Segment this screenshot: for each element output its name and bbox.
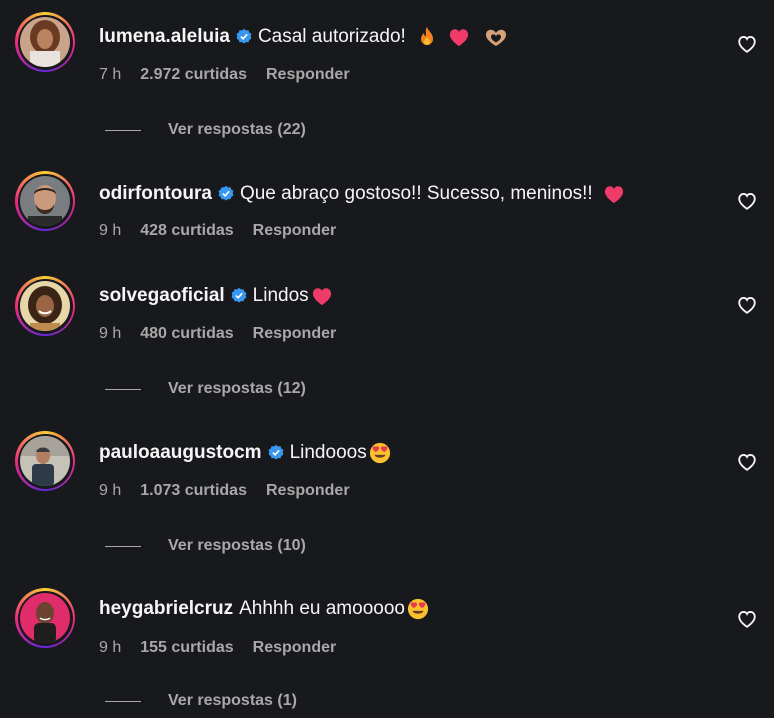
comment-text: Casal autorizado! (257, 26, 406, 47)
comment-username[interactable]: heygabrielcruz (99, 598, 233, 620)
view-replies-label: Ver respostas (12) (168, 380, 306, 397)
comment-likes[interactable]: 2.972 curtidas (140, 66, 247, 84)
heart-emoji-icon (603, 184, 625, 204)
heart-outline-icon[interactable] (736, 294, 758, 316)
comment-likes[interactable]: 480 curtidas (140, 325, 233, 343)
avatar[interactable] (15, 588, 75, 648)
heart-emoji-icon (311, 286, 333, 306)
comment-username[interactable]: odirfontoura (99, 183, 212, 205)
avatar[interactable] (15, 431, 75, 491)
comment-text: Que abraço gostoso!! Sucesso, meninos!! (239, 183, 593, 204)
verified-badge-icon (235, 28, 253, 46)
verified-badge-icon (267, 444, 285, 462)
comment-username[interactable]: solvegaoficial (99, 285, 225, 307)
comment-time: 9 h (99, 325, 122, 342)
view-replies-label: Ver respostas (1) (168, 692, 297, 709)
reply-button[interactable]: Responder (253, 325, 337, 343)
view-replies-button[interactable]: Ver respostas (1) (105, 690, 297, 712)
avatar-photo (20, 17, 70, 67)
heart-outline-icon[interactable] (736, 608, 758, 630)
avatar[interactable] (15, 276, 75, 336)
avatar[interactable] (15, 12, 75, 72)
reply-button[interactable]: Responder (266, 482, 350, 500)
comment-likes[interactable]: 1.073 curtidas (140, 482, 247, 500)
comment-text: Lindos (252, 285, 309, 306)
avatar-photo (20, 436, 70, 486)
view-replies-button[interactable]: Ver respostas (10) (105, 535, 306, 557)
heart-eyes-emoji-icon (407, 598, 429, 620)
replies-divider (105, 545, 141, 547)
view-replies-button[interactable]: Ver respostas (22) (105, 119, 306, 141)
reply-button[interactable]: Responder (266, 66, 350, 84)
avatar-photo (20, 593, 70, 643)
view-replies-button[interactable]: Ver respostas (12) (105, 378, 306, 400)
heart-outline-icon[interactable] (736, 190, 758, 212)
avatar[interactable] (15, 171, 75, 231)
comment-text: Ahhhh eu amooooo (239, 598, 405, 619)
avatar-photo (20, 176, 70, 226)
heart-outline-icon[interactable] (736, 33, 758, 55)
comment-time: 9 h (99, 639, 122, 656)
view-replies-label: Ver respostas (22) (168, 121, 306, 138)
comment-likes[interactable]: 428 curtidas (140, 222, 233, 240)
replies-divider (105, 388, 141, 390)
heart-eyes-emoji-icon (369, 442, 391, 464)
comment-username[interactable]: pauloaaugustocm (99, 442, 262, 464)
comment-username[interactable]: lumena.aleluia (99, 26, 230, 48)
comment-time: 9 h (99, 482, 122, 499)
comment-text: Lindooos (289, 442, 367, 463)
view-replies-label: Ver respostas (10) (168, 537, 306, 554)
comment-time: 9 h (99, 222, 122, 239)
avatar-photo (20, 281, 70, 331)
replies-divider (105, 129, 141, 131)
reply-button[interactable]: Responder (253, 222, 337, 240)
heart-emoji-icon (448, 27, 470, 47)
comment-time: 7 h (99, 66, 122, 83)
reply-button[interactable]: Responder (253, 639, 337, 657)
fire-emoji-icon (418, 26, 436, 48)
verified-badge-icon (230, 287, 248, 305)
replies-divider (105, 700, 141, 702)
comment-likes[interactable]: 155 curtidas (140, 639, 233, 657)
verified-badge-icon (217, 185, 235, 203)
heart-outline-icon[interactable] (736, 451, 758, 473)
heart-hands-emoji-icon (482, 27, 510, 47)
